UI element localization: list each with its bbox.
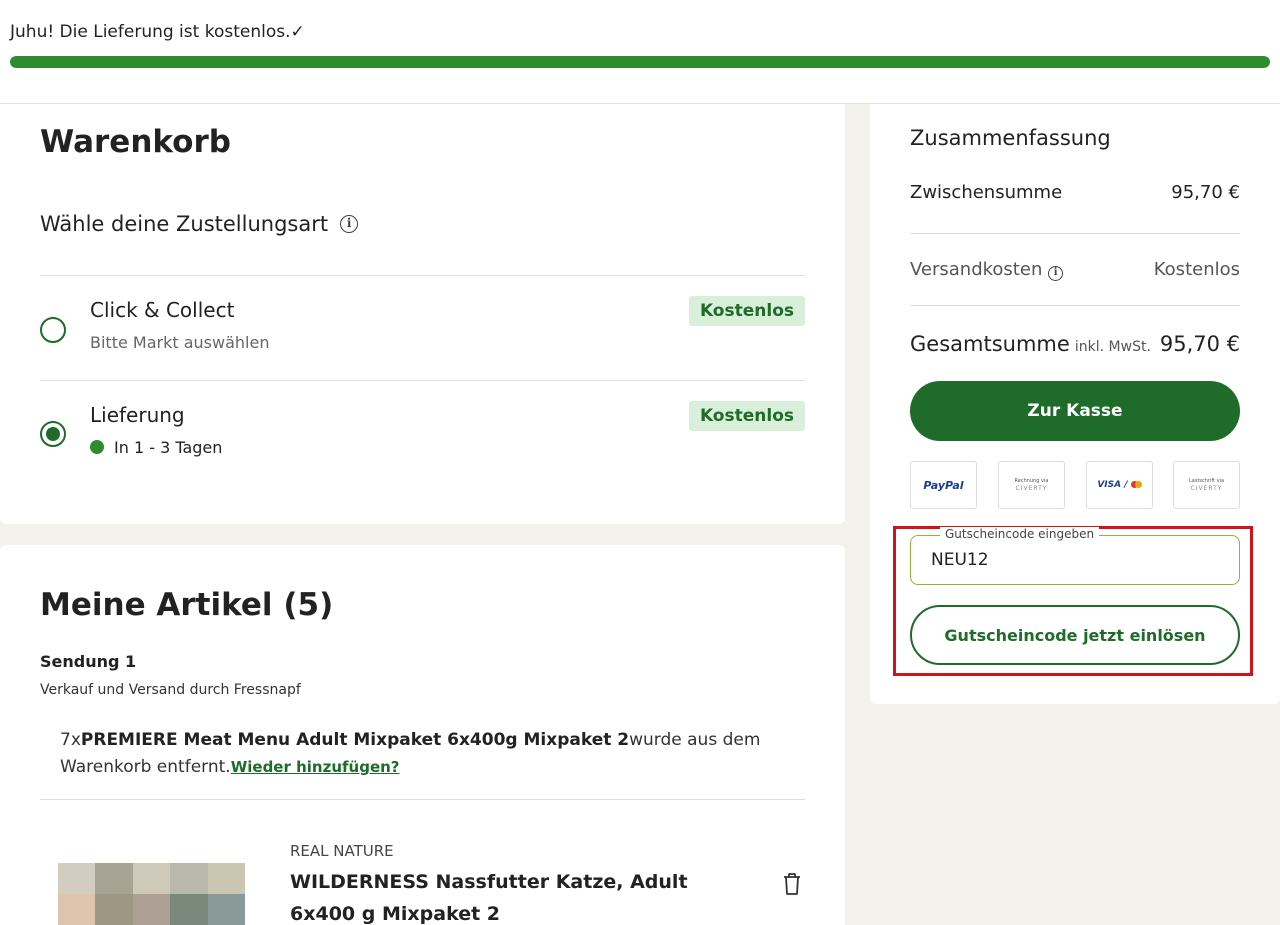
- radio-delivery[interactable]: [40, 421, 66, 447]
- payment-card: VISA /: [1086, 461, 1153, 509]
- total-value: 95,70 €: [1159, 332, 1240, 356]
- divider: [40, 380, 805, 381]
- delivery-heading: Wähle deine Zustellungsart i: [40, 212, 359, 236]
- availability-dot-icon: [90, 440, 104, 454]
- seller-info: Verkauf und Versand durch Fressnapf: [40, 682, 301, 698]
- delivery-time: In 1 - 3 Tagen: [90, 438, 222, 457]
- badge-free-click-collect: Kostenlos: [688, 296, 805, 326]
- invoice-logo: Rechnung via CIVERTY: [1014, 478, 1049, 492]
- product-name[interactable]: WILDERNESS Nassfutter Katze, Adult 6x400…: [290, 866, 710, 925]
- articles-title: Meine Artikel (5): [40, 587, 334, 623]
- info-icon[interactable]: i: [1048, 266, 1064, 281]
- visa-mastercard-logo: VISA /: [1097, 480, 1142, 490]
- payment-direct-debit: Lastschrift via CIVERTY: [1173, 461, 1240, 509]
- free-delivery-message: Juhu! Die Lieferung ist kostenlos.✓: [10, 22, 305, 42]
- paypal-logo: PayPal: [923, 478, 964, 492]
- free-delivery-banner: Juhu! Die Lieferung ist kostenlos.✓: [0, 0, 1280, 104]
- badge-free-delivery: Kostenlos: [688, 401, 805, 431]
- progress-fill: [10, 56, 1270, 68]
- shipping-value: Kostenlos: [1153, 259, 1240, 280]
- delivery-heading-text: Wähle deine Zustellungsart: [40, 212, 329, 236]
- divider: [40, 799, 805, 800]
- payment-paypal: PayPal: [910, 461, 977, 509]
- total-row: Gesamtsumme inkl. MwSt. 95,70 €: [910, 332, 1240, 356]
- total-label-wrap: Gesamtsumme inkl. MwSt.: [910, 332, 1151, 356]
- option-subtitle-click-collect: Bitte Markt auswählen: [90, 333, 270, 352]
- checkout-button[interactable]: Zur Kasse: [910, 381, 1240, 441]
- shipping-label-wrap: Versandkosten i: [910, 259, 1064, 281]
- summary-title: Zusammenfassung: [910, 126, 1111, 150]
- subtotal-row: Zwischensumme 95,70 €: [910, 182, 1240, 203]
- divider: [40, 275, 805, 276]
- delivery-time-text: In 1 - 3 Tagen: [114, 438, 223, 457]
- divider: [910, 233, 1240, 234]
- payment-invoice: Rechnung via CIVERTY: [998, 461, 1065, 509]
- readd-link[interactable]: Wieder hinzufügen?: [231, 758, 400, 776]
- redeem-coupon-button[interactable]: Gutscheincode jetzt einlösen: [910, 605, 1240, 665]
- banner-text: Juhu! Die Lieferung ist kostenlos.: [10, 22, 291, 42]
- coupon-label: Gutscheincode eingeben: [940, 527, 1100, 541]
- info-icon[interactable]: i: [340, 215, 359, 233]
- divider: [910, 305, 1240, 306]
- subtotal-label: Zwischensumme: [910, 182, 1063, 203]
- option-title-delivery[interactable]: Lieferung: [90, 403, 185, 427]
- shipping-label: Versandkosten: [910, 259, 1043, 280]
- delivery-progress-bar: [10, 56, 1270, 68]
- shipment-label: Sendung 1: [40, 652, 137, 671]
- shipping-row: Versandkosten i Kostenlos: [910, 259, 1240, 281]
- product-image[interactable]: [58, 863, 245, 925]
- trash-icon[interactable]: [782, 872, 802, 896]
- total-label: Gesamtsumme: [910, 332, 1070, 356]
- subtotal-value: 95,70 €: [1171, 182, 1240, 203]
- check-icon: ✓: [290, 22, 305, 42]
- page-title: Warenkorb: [40, 124, 231, 160]
- removed-item-notice: 7xPREMIERE Meat Menu Adult Mixpaket 6x40…: [60, 727, 780, 781]
- option-title-click-collect[interactable]: Click & Collect: [90, 298, 234, 322]
- coupon-input[interactable]: [931, 548, 1221, 572]
- direct-debit-logo: Lastschrift via CIVERTY: [1188, 478, 1225, 492]
- removed-product-name: PREMIERE Meat Menu Adult Mixpaket 6x400g…: [80, 730, 630, 750]
- removed-qty: 7x: [60, 730, 81, 750]
- total-note: inkl. MwSt.: [1074, 339, 1151, 355]
- product-brand: REAL NATURE: [290, 842, 394, 860]
- radio-click-collect[interactable]: [40, 317, 66, 343]
- coupon-field[interactable]: [910, 535, 1240, 585]
